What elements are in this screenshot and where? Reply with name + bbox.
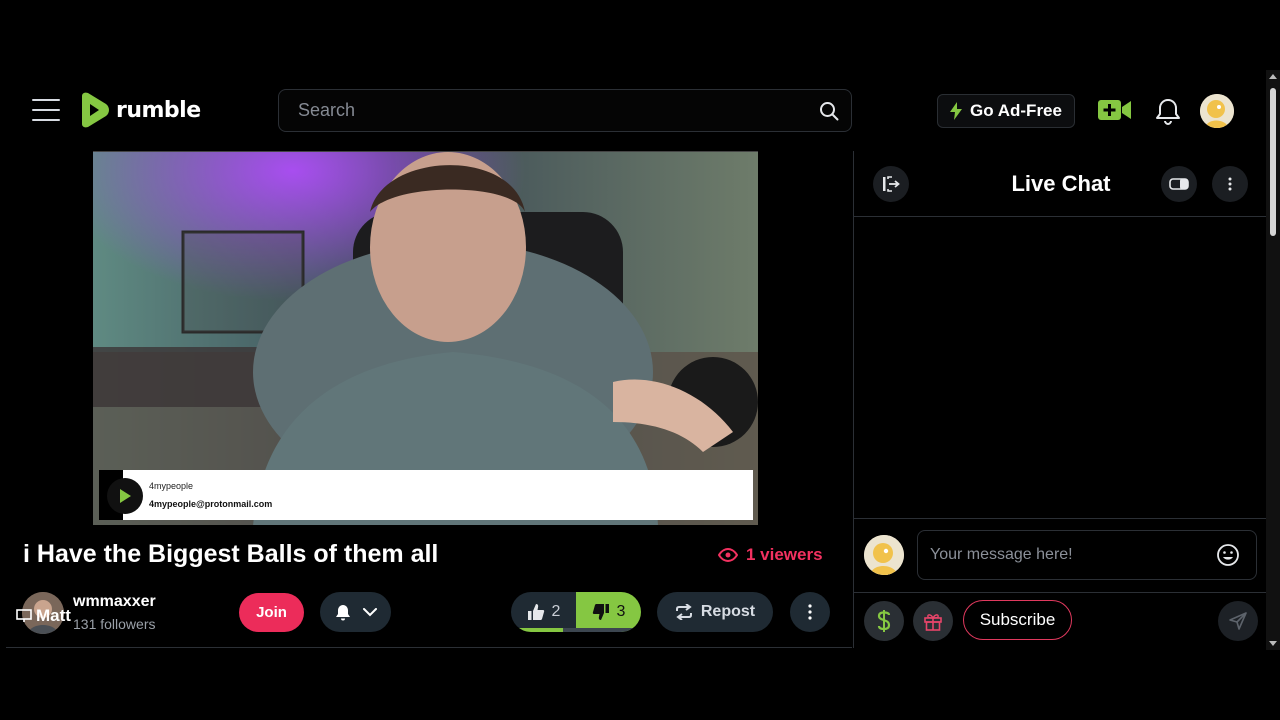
- vertical-dots-icon: [1228, 177, 1232, 191]
- rumble-logo-icon: [82, 92, 109, 128]
- menu-icon[interactable]: [32, 99, 60, 121]
- chat-header: Live Chat: [854, 151, 1268, 217]
- chat-user-avatar: [864, 535, 904, 575]
- like-button[interactable]: 2: [511, 592, 576, 632]
- gift-icon: [924, 614, 942, 631]
- vote-ratio-bar: [511, 628, 641, 632]
- go-ad-free-button[interactable]: Go Ad-Free: [937, 94, 1075, 128]
- chat-message-input[interactable]: [918, 531, 1208, 579]
- video-title: i Have the Biggest Balls of them all: [23, 540, 439, 568]
- join-button[interactable]: Join: [239, 593, 304, 632]
- thumbs-down-icon: [592, 604, 609, 620]
- follower-count: 131 followers: [73, 616, 156, 632]
- scrollbar-thumb[interactable]: [1270, 88, 1276, 236]
- repost-icon: [675, 604, 692, 620]
- notifications-bell-icon[interactable]: [1155, 97, 1181, 125]
- more-options-button[interactable]: [790, 592, 830, 632]
- rant-button[interactable]: [864, 601, 904, 641]
- viewer-count: 1 viewers: [718, 545, 823, 565]
- rumble-logo[interactable]: rumble: [76, 92, 201, 128]
- emoji-icon[interactable]: [1216, 543, 1240, 567]
- video-player[interactable]: 4mypeople 4mypeople@protonmail.com: [93, 151, 758, 525]
- chat-message-box: [917, 530, 1257, 580]
- monitor-icon: [16, 609, 32, 622]
- chat-more-button[interactable]: [1212, 166, 1248, 202]
- channel-play-logo-icon: [107, 478, 143, 514]
- popout-icon: [1169, 178, 1189, 190]
- notifications-toggle-button[interactable]: [320, 592, 391, 632]
- dislike-button[interactable]: 3: [576, 592, 641, 632]
- eye-icon: [718, 548, 738, 562]
- top-header: rumble Go Ad-Free: [0, 70, 1266, 152]
- scroll-up-arrow-icon[interactable]: [1269, 74, 1277, 79]
- divider: [6, 647, 852, 648]
- overlay-name: 4mypeople: [149, 481, 194, 491]
- chat-title: Live Chat: [1011, 171, 1111, 196]
- bell-icon: [335, 604, 350, 620]
- repost-label: Repost: [700, 603, 756, 620]
- vertical-dots-icon: [808, 604, 812, 620]
- divider: [854, 518, 1268, 519]
- subscribe-button[interactable]: Subscribe: [963, 600, 1072, 640]
- chevron-down-icon: [362, 607, 377, 616]
- logo-text: rumble: [116, 97, 201, 123]
- gift-button[interactable]: [913, 601, 953, 641]
- lightning-icon: [950, 102, 963, 120]
- go-live-icon[interactable]: [1098, 99, 1132, 121]
- viewer-count-label: 1 viewers: [746, 545, 823, 564]
- dollar-icon: [877, 610, 891, 632]
- channel-name[interactable]: wmmaxxer: [73, 593, 156, 611]
- divider: [854, 592, 1268, 593]
- avatar-overlay-label: Matt: [16, 606, 71, 626]
- repost-button[interactable]: Repost: [657, 592, 773, 632]
- video-lower-third: 4mypeople 4mypeople@protonmail.com: [99, 470, 753, 520]
- send-message-button[interactable]: [1218, 601, 1258, 641]
- user-avatar[interactable]: [1200, 94, 1234, 128]
- scroll-down-arrow-icon[interactable]: [1269, 641, 1277, 646]
- page-scrollbar[interactable]: [1266, 70, 1280, 650]
- overlay-email: 4mypeople@protonmail.com: [149, 499, 273, 509]
- send-icon: [1229, 612, 1247, 630]
- avatar-overlay-text: Matt: [36, 606, 71, 625]
- chat-popout-button[interactable]: [1161, 166, 1197, 202]
- search-input[interactable]: [279, 90, 809, 131]
- live-chat-panel: Live Chat Your message here! Subscribe: [853, 151, 1268, 648]
- thumbs-up-icon: [527, 604, 544, 620]
- search-icon[interactable]: [819, 101, 839, 121]
- vote-buttons: 2 3: [511, 592, 641, 632]
- dislike-count: 3: [616, 603, 626, 620]
- search-bar: [278, 89, 852, 132]
- like-count: 2: [551, 603, 561, 620]
- go-ad-free-label: Go Ad-Free: [970, 101, 1062, 120]
